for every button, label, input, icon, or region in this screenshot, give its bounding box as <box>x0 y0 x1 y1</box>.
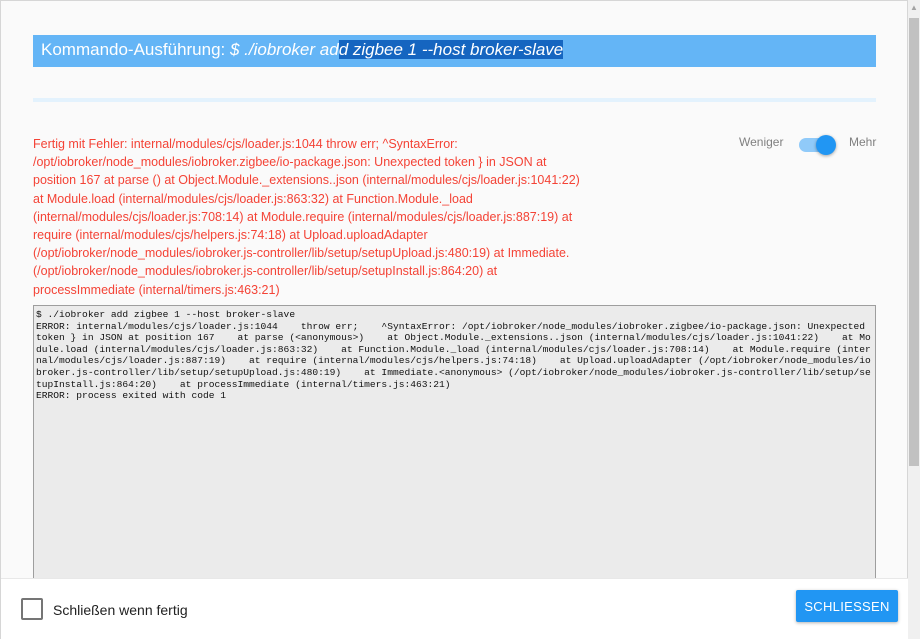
console-output[interactable]: $ ./iobroker add zigbee 1 --host broker-… <box>33 305 876 581</box>
verbosity-toggle-group: Weniger Mehr <box>739 133 879 155</box>
error-message: Fertig mit Fehler: internal/modules/cjs/… <box>33 137 580 297</box>
console-line: ERROR: process exited with code 1 <box>36 390 226 402</box>
verbosity-toggle[interactable] <box>816 135 836 155</box>
title-command-selected: d zigbee 1 --host broker-slave <box>338 40 564 59</box>
console-line: $ ./iobroker add zigbee 1 --host broker-… <box>36 309 296 320</box>
command-dialog: Kommando-Ausführung: $ ./iobroker add zi… <box>0 0 909 639</box>
dialog-footer: Schließen wenn fertig SCHLIESSEN <box>1 578 909 639</box>
console-line: ERROR: internal/modules/cjs/loader.js:10… <box>36 320 871 390</box>
title-prefix: Kommando-Ausführung: <box>41 40 230 59</box>
progress-bar <box>33 98 876 102</box>
scroll-up-arrow-icon[interactable]: ▲ <box>909 2 919 14</box>
close-when-done-checkbox[interactable] <box>21 598 43 620</box>
toggle-less-label: Weniger <box>739 135 784 149</box>
dialog-title: Kommando-Ausführung: $ ./iobroker add zi… <box>41 40 564 60</box>
title-command: $ ./iobroker ad <box>230 40 339 59</box>
close-button[interactable]: SCHLIESSEN <box>796 590 898 622</box>
close-when-done-label[interactable]: Schließen wenn fertig <box>53 602 188 618</box>
toggle-more-label: Mehr <box>849 135 877 149</box>
scrollbar-thumb[interactable] <box>909 18 919 466</box>
dialog-title-bar: Kommando-Ausführung: $ ./iobroker add zi… <box>33 35 876 67</box>
